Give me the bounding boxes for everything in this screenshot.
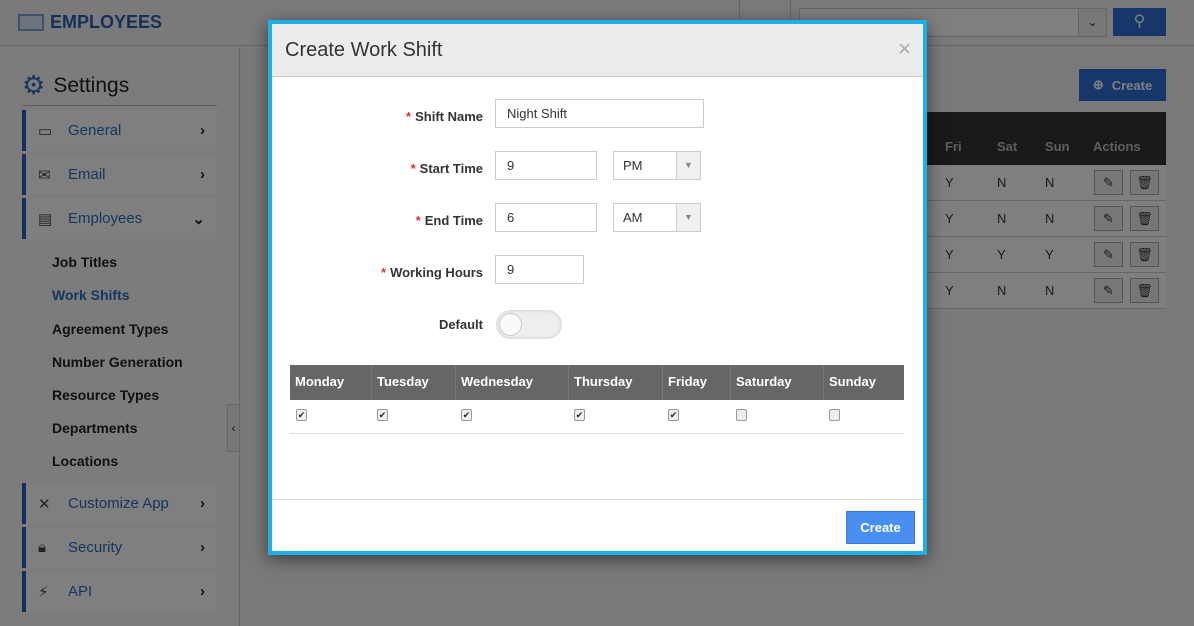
end-time-label: * End Time bbox=[415, 213, 483, 228]
modal-title: Create Work Shift bbox=[285, 39, 443, 61]
toggle-knob bbox=[499, 313, 522, 336]
caret-down-icon: ▼ bbox=[676, 152, 700, 179]
close-icon[interactable]: × bbox=[898, 36, 911, 62]
select-value: PM bbox=[623, 158, 643, 173]
day-header: Friday bbox=[662, 365, 730, 400]
create-button[interactable]: Create bbox=[846, 511, 915, 544]
create-work-shift-modal: Create Work Shift × * Shift Name Night Sh… bbox=[268, 20, 927, 555]
day-header: Saturday bbox=[730, 365, 823, 400]
day-checkbox-monday[interactable]: ✔ bbox=[296, 409, 307, 421]
day-checkbox-saturday[interactable] bbox=[736, 409, 747, 421]
modal-footer bbox=[272, 499, 923, 500]
default-label: Default bbox=[438, 317, 483, 332]
start-time-input[interactable]: 9 bbox=[495, 151, 597, 180]
day-header: Wednesday bbox=[455, 365, 568, 400]
shift-name-input[interactable]: Night Shift bbox=[495, 99, 704, 128]
working-hours-input[interactable]: 9 bbox=[495, 255, 584, 284]
day-checkbox-sunday[interactable] bbox=[829, 409, 840, 421]
days-table: Monday Tuesday Wednesday Thursday Friday Satu… bbox=[290, 365, 904, 434]
select-value: AM bbox=[623, 210, 643, 225]
default-toggle[interactable] bbox=[496, 310, 562, 339]
day-header: Sunday bbox=[823, 365, 904, 400]
working-hours-label: * Working Hours bbox=[381, 265, 483, 280]
shift-name-label: * Shift Name bbox=[406, 109, 483, 124]
day-checkbox-tuesday[interactable]: ✔ bbox=[377, 409, 388, 421]
end-time-input[interactable]: 6 bbox=[495, 203, 597, 232]
day-checkbox-friday[interactable]: ✔ bbox=[668, 409, 679, 421]
modal-header: Create Work Shift × bbox=[272, 24, 923, 77]
caret-down-icon: ▼ bbox=[676, 204, 700, 231]
days-header: Monday Tuesday Wednesday Thursday Friday Satu… bbox=[290, 365, 904, 400]
day-header: Tuesday bbox=[371, 365, 455, 400]
days-row: ✔ ✔ ✔ ✔ ✔ bbox=[290, 400, 904, 434]
start-period-select[interactable]: PM ▼ bbox=[613, 151, 701, 180]
start-time-label: * Start Time bbox=[410, 161, 483, 176]
day-checkbox-wednesday[interactable]: ✔ bbox=[461, 409, 472, 421]
day-header: Monday bbox=[295, 374, 345, 389]
day-checkbox-thursday[interactable]: ✔ bbox=[574, 409, 585, 421]
end-period-select[interactable]: AM ▼ bbox=[613, 203, 701, 232]
day-header: Thursday bbox=[568, 365, 662, 400]
